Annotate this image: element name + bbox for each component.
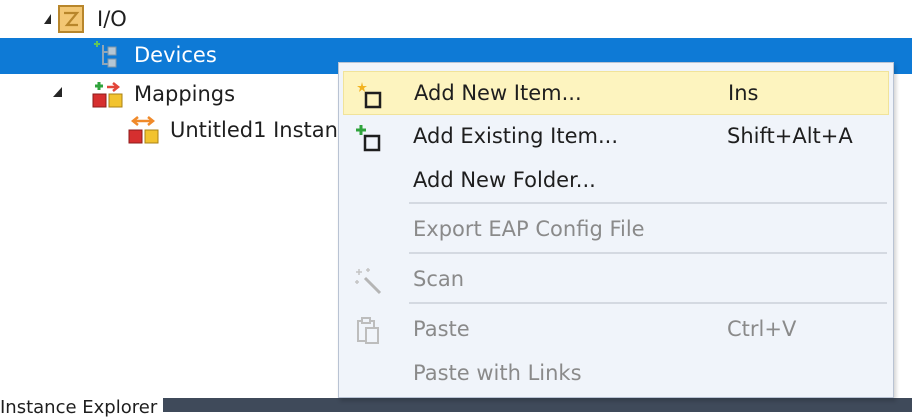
menu-separator	[409, 302, 887, 304]
tree-item-mappings[interactable]: Mappings	[0, 76, 340, 112]
menu-item-shortcut: Ctrl+V	[727, 317, 797, 341]
menu-item-label: Paste	[413, 317, 470, 341]
menu-item-label: Add New Item...	[414, 81, 582, 105]
menu-item-label: Export EAP Config File	[413, 217, 645, 241]
context-menu: Add New Item... Ins Add Existing Item...…	[338, 62, 894, 398]
expand-caret-icon[interactable]	[44, 14, 51, 24]
tree-item-label: Devices	[134, 43, 217, 67]
bottom-partial-label: Instance Explorer	[0, 397, 158, 418]
menu-item-label: Scan	[413, 267, 465, 291]
menu-item-export-eap-config[interactable]: Export EAP Config File	[343, 208, 889, 252]
menu-separator	[409, 202, 887, 204]
menu-item-label: Add Existing Item...	[413, 124, 619, 148]
menu-item-paste-with-links[interactable]: Paste with Links	[343, 352, 889, 396]
menu-item-shortcut: Shift+Alt+A	[727, 124, 853, 148]
io-folder-icon	[58, 5, 84, 33]
menu-item-add-new-item[interactable]: Add New Item... Ins	[343, 71, 889, 115]
tree-item-label: Mappings	[134, 82, 236, 106]
tree-item-instance[interactable]: Untitled1 Instance	[0, 112, 340, 148]
menu-item-add-existing-item[interactable]: Add Existing Item... Shift+Alt+A	[343, 115, 889, 159]
instance-mapping-icon	[128, 116, 159, 144]
menu-item-shortcut: Ins	[728, 81, 759, 105]
bottom-panel-bar	[163, 398, 912, 412]
menu-item-label: Add New Folder...	[413, 168, 596, 192]
expand-caret-icon[interactable]	[53, 87, 62, 97]
add-existing-item-icon	[356, 125, 381, 152]
devices-icon	[94, 41, 117, 68]
menu-item-add-new-folder[interactable]: Add New Folder...	[343, 159, 889, 203]
menu-separator	[409, 252, 887, 254]
tree-item-label: I/O	[97, 7, 127, 31]
menu-item-scan[interactable]: Scan	[343, 258, 889, 302]
mappings-icon	[92, 82, 123, 108]
menu-item-label: Paste with Links	[413, 361, 582, 385]
menu-item-paste[interactable]: Paste Ctrl+V	[343, 308, 889, 352]
paste-icon	[357, 317, 379, 344]
add-new-item-icon	[357, 82, 382, 109]
tree-item-label: Untitled1 Instance	[170, 118, 340, 142]
magic-wand-icon	[355, 268, 382, 295]
tree-item-io[interactable]: I/O	[0, 2, 912, 38]
